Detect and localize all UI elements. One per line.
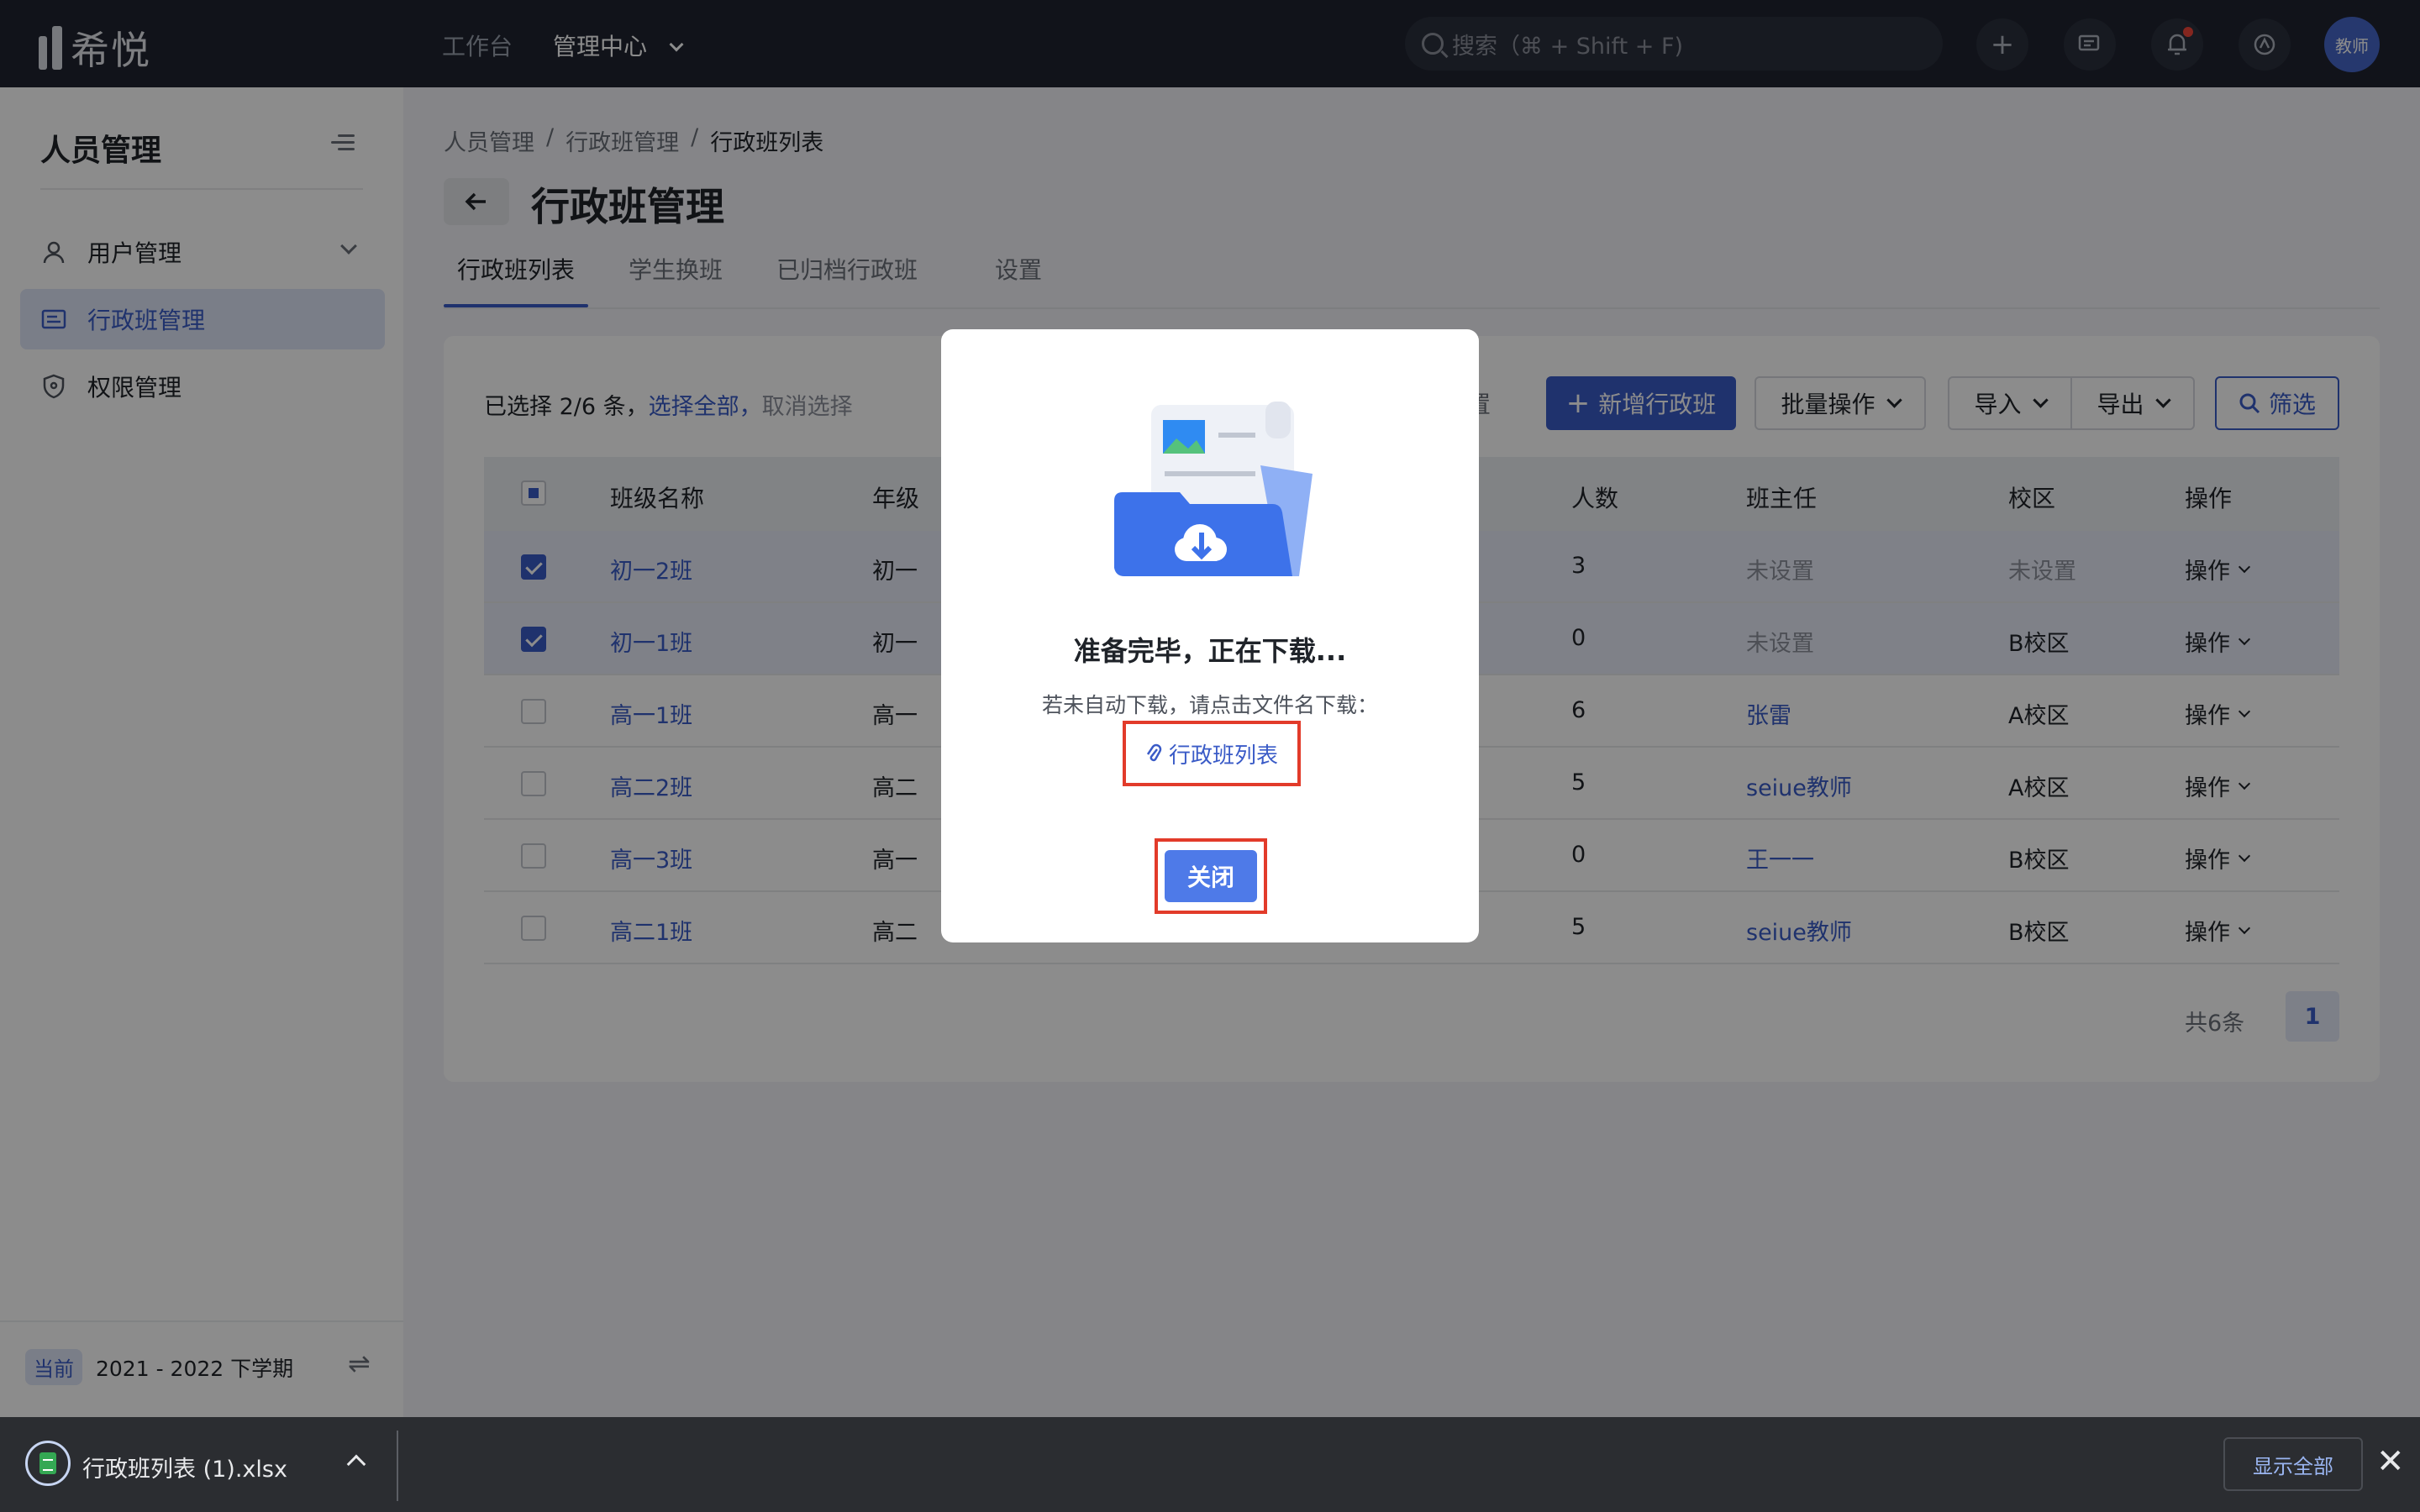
close-button[interactable]: 关闭 [1165, 850, 1257, 902]
spreadsheet-file-icon [25, 1441, 71, 1486]
file-download-link[interactable]: 行政班列表 [1123, 721, 1301, 786]
download-folder-icon [1114, 402, 1313, 576]
modal-title: 准备完毕，正在下载... [1073, 635, 1347, 667]
chevron-up-icon[interactable] [346, 1454, 366, 1474]
close-button-highlight: 关闭 [1155, 838, 1267, 914]
close-icon[interactable]: ✕ [2376, 1442, 2405, 1481]
downloaded-file-name[interactable]: 行政班列表 (1).xlsx [82, 1451, 287, 1483]
download-bar-separator [397, 1431, 398, 1501]
show-all-downloads-button[interactable]: 显示全部 [2223, 1437, 2363, 1491]
download-bar: 行政班列表 (1).xlsx 显示全部 ✕ [0, 1417, 2420, 1512]
paperclip-icon [1146, 743, 1162, 762]
download-modal: 准备完毕，正在下载... 若未自动下载，请点击文件名下载： 行政班列表 关闭 [941, 329, 1479, 942]
file-link-label: 行政班列表 [1168, 743, 1278, 769]
modal-description: 若未自动下载，请点击文件名下载： [1041, 693, 1378, 717]
